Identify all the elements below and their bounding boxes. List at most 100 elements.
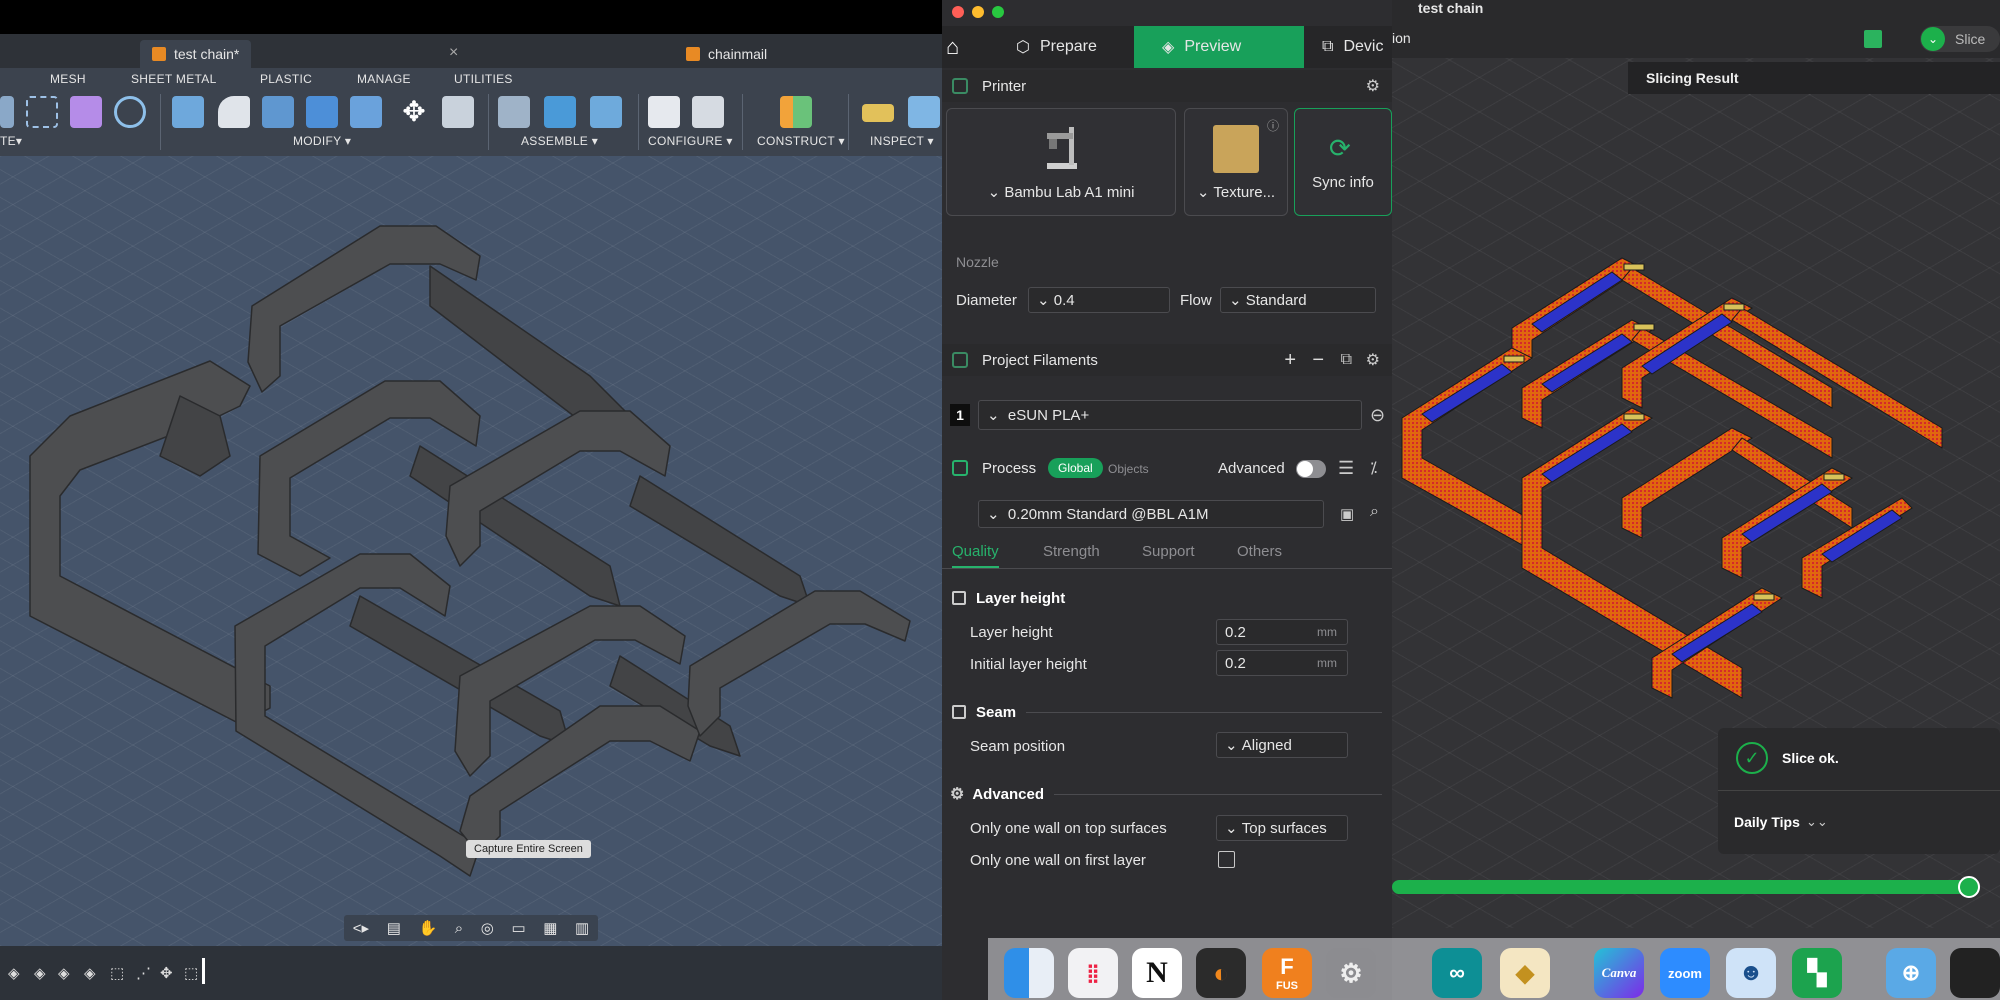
- remove-circle-icon[interactable]: ⊖: [1370, 405, 1385, 426]
- home-icon[interactable]: ⌂: [946, 26, 959, 68]
- viewports-icon[interactable]: ▥: [575, 919, 589, 937]
- table-icon[interactable]: [692, 96, 724, 128]
- group-configure[interactable]: CONFIGURE ▾: [648, 134, 733, 148]
- canva-icon[interactable]: Canva: [1594, 948, 1644, 998]
- bot-icon[interactable]: ☻: [1726, 948, 1776, 998]
- gear-icon[interactable]: ⚙: [1366, 76, 1380, 96]
- one-wall-first-checkbox[interactable]: [1218, 851, 1235, 868]
- plate-card[interactable]: ⓘ ⌄ Texture...: [1184, 108, 1288, 216]
- layer-slider-track[interactable]: [1392, 880, 1970, 894]
- group-construct[interactable]: CONSTRUCT ▾: [757, 134, 845, 148]
- daily-tips-label[interactable]: Daily Tips: [1734, 814, 1800, 830]
- bambu-app-icon[interactable]: ▚: [1792, 948, 1842, 998]
- menu-plastic[interactable]: PLASTIC: [260, 72, 312, 86]
- as-built-joint-icon[interactable]: [590, 96, 622, 128]
- zoom-app-icon[interactable]: zoom: [1660, 948, 1710, 998]
- chevron-down-icon[interactable]: ⌄⌄: [1806, 814, 1828, 830]
- group-create[interactable]: TE▾: [0, 134, 22, 148]
- tab-others[interactable]: Others: [1237, 543, 1282, 560]
- tab-support[interactable]: Support: [1142, 543, 1195, 560]
- fit-icon[interactable]: ◎: [481, 919, 494, 937]
- layer-slider-handle[interactable]: [1958, 876, 1980, 898]
- group-inspect[interactable]: INSPECT ▾: [870, 134, 934, 148]
- diameter-select[interactable]: ⌄ 0.4: [1028, 287, 1170, 313]
- timeline-feature-icon[interactable]: ◈: [34, 964, 52, 982]
- seam-position-select[interactable]: ⌄ Aligned: [1216, 732, 1348, 758]
- timeline-feature-icon[interactable]: ◈: [8, 964, 26, 982]
- zoom-window-button[interactable]: [992, 6, 1004, 18]
- tab-prepare[interactable]: ⬡ Prepare: [1016, 26, 1097, 68]
- close-window-button[interactable]: [952, 6, 964, 18]
- close-tab-icon[interactable]: ×: [449, 44, 458, 62]
- blender-icon[interactable]: ◐: [1196, 948, 1246, 998]
- group-assemble[interactable]: ASSEMBLE ▾: [521, 134, 598, 148]
- timeline-feature-icon[interactable]: ◈: [58, 964, 76, 982]
- sync-info-button[interactable]: ⟳ Sync info: [1294, 108, 1392, 216]
- tab-test-chain[interactable]: test chain*: [140, 40, 252, 68]
- create-tool-icon[interactable]: [0, 96, 14, 128]
- add-filament-icon[interactable]: +: [1284, 349, 1296, 372]
- notion-icon[interactable]: N: [1132, 948, 1182, 998]
- tab-strength[interactable]: Strength: [1043, 543, 1100, 560]
- settings-icon[interactable]: ⚙: [1326, 948, 1376, 998]
- timeline-marker[interactable]: [202, 958, 205, 984]
- display-icon[interactable]: ▭: [511, 919, 525, 937]
- menu-mesh[interactable]: MESH: [50, 72, 86, 86]
- info-icon[interactable]: ⓘ: [1267, 117, 1279, 134]
- process-preset-select[interactable]: ⌄ 0.20mm Standard @BBL A1M: [978, 500, 1324, 528]
- compare-icon[interactable]: ⁒: [1370, 458, 1377, 478]
- tab-quality[interactable]: Quality: [952, 543, 999, 568]
- filament-select[interactable]: ⌄ eSUN PLA+: [978, 400, 1362, 430]
- capture-icon[interactable]: ▤: [387, 919, 401, 937]
- menu-sheet-metal[interactable]: SHEET METAL: [131, 72, 217, 86]
- group-modify[interactable]: MODIFY ▾: [293, 134, 351, 148]
- slicing-result-tab[interactable]: Slicing Result: [1628, 62, 2000, 94]
- configure-icon[interactable]: [648, 96, 680, 128]
- terminal-icon[interactable]: [1950, 948, 2000, 998]
- box-select-icon[interactable]: [26, 96, 58, 128]
- folder-icon[interactable]: ⊕: [1886, 948, 1936, 998]
- move-icon[interactable]: ✥: [398, 96, 430, 128]
- menu-utilities[interactable]: UTILITIES: [454, 72, 513, 86]
- global-toggle[interactable]: Global: [1048, 458, 1103, 478]
- joint-icon[interactable]: [498, 96, 530, 128]
- align-icon[interactable]: [442, 96, 474, 128]
- pineapple-icon[interactable]: ◆: [1500, 948, 1550, 998]
- one-wall-top-select[interactable]: ⌄ Top surfaces: [1216, 815, 1348, 841]
- offset-face-icon[interactable]: [350, 96, 382, 128]
- printer-card[interactable]: ⌄ Bambu Lab A1 mini: [946, 108, 1176, 216]
- layer-height-input[interactable]: 0.2 mm: [1216, 619, 1348, 645]
- launchpad-icon[interactable]: ⣿: [1068, 948, 1118, 998]
- pan-icon[interactable]: ✋: [418, 919, 437, 937]
- form-icon[interactable]: [70, 96, 102, 128]
- search-icon[interactable]: ⌕: [1370, 503, 1379, 521]
- tab-chainmail[interactable]: chainmail: [686, 40, 767, 68]
- grid-icon[interactable]: ▦: [543, 919, 557, 937]
- tab-preview[interactable]: ◈ Preview: [1134, 26, 1304, 68]
- gear-icon[interactable]: ⚙: [1366, 350, 1380, 370]
- timeline-feature-icon[interactable]: ✥: [160, 964, 178, 982]
- interference-icon[interactable]: [908, 96, 940, 128]
- plane-icon[interactable]: [780, 96, 812, 128]
- initial-layer-height-input[interactable]: 0.2 mm: [1216, 650, 1348, 676]
- flow-select[interactable]: ⌄ Standard: [1220, 287, 1376, 313]
- arduino-icon[interactable]: ∞: [1432, 948, 1482, 998]
- list-icon[interactable]: ☰: [1338, 458, 1354, 479]
- measure-icon[interactable]: [862, 104, 894, 122]
- combine-icon[interactable]: [306, 96, 338, 128]
- timeline-feature-icon[interactable]: ⬚: [184, 964, 202, 982]
- fusion-app-icon[interactable]: F FUS: [1262, 948, 1312, 998]
- fillet-icon[interactable]: [218, 96, 250, 128]
- plate-icon[interactable]: [1864, 30, 1882, 48]
- remove-filament-icon[interactable]: −: [1312, 349, 1324, 372]
- advanced-toggle[interactable]: [1296, 460, 1326, 478]
- fusion-viewport[interactable]: [0, 156, 942, 946]
- shell-icon[interactable]: [262, 96, 294, 128]
- new-component-icon[interactable]: [544, 96, 576, 128]
- orbit-icon[interactable]: <▸: [353, 919, 369, 937]
- timeline-feature-icon[interactable]: ⬚: [110, 964, 128, 982]
- slice-button[interactable]: ⌄ Slice: [1920, 26, 2000, 52]
- save-icon[interactable]: ▣: [1340, 505, 1354, 523]
- zoom-icon[interactable]: ⌕: [455, 920, 463, 937]
- tab-device[interactable]: ⧉ Devic: [1322, 26, 1383, 68]
